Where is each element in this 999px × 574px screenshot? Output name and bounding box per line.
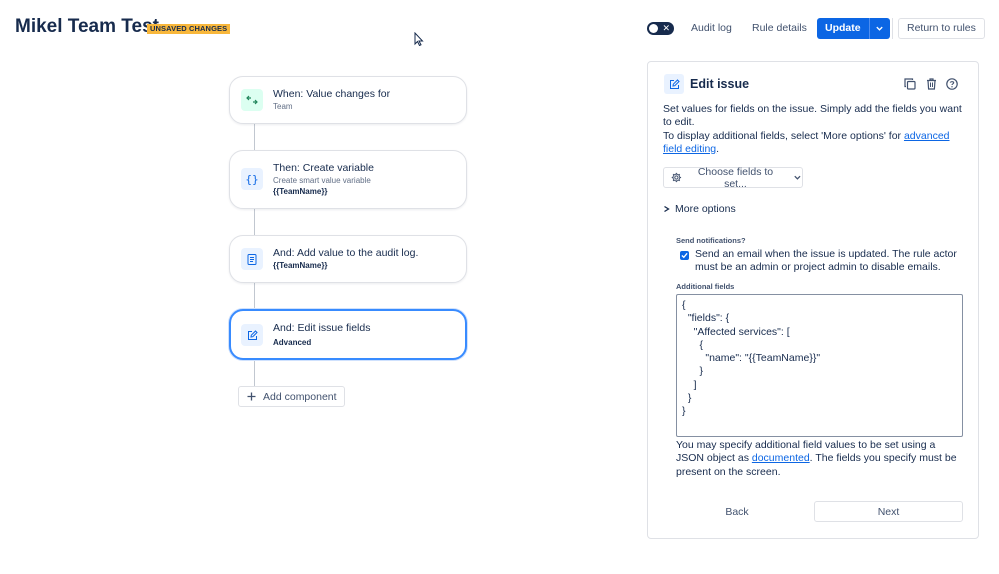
additional-fields-label: Additional fields — [676, 282, 735, 291]
flow-step-audit-log[interactable]: And: Add value to the audit log. {{TeamN… — [229, 235, 467, 283]
flow-step-create-variable[interactable]: {} Then: Create variable Create smart va… — [229, 150, 467, 209]
choose-fields-label: Choose fields to set... — [697, 165, 774, 190]
close-icon: ✕ — [662, 23, 670, 33]
rule-enabled-toggle[interactable]: ✕ — [647, 22, 674, 35]
flow-connector — [254, 123, 255, 151]
description-end: . — [716, 142, 720, 155]
header-divider — [892, 18, 893, 39]
description-text: To display additional fields, select 'Mo… — [663, 129, 904, 142]
additional-fields-help: You may specify additional field values … — [676, 439, 963, 479]
send-notifications-checkbox[interactable] — [680, 251, 689, 260]
braces-icon: {} — [241, 168, 263, 190]
trash-icon[interactable] — [924, 77, 938, 91]
flow-step-detail: Advanced — [273, 338, 312, 347]
flow-step-detail: {{TeamName}} — [273, 187, 328, 196]
update-dropdown-button[interactable] — [868, 18, 890, 39]
more-options-toggle[interactable]: More options — [663, 203, 736, 215]
choose-fields-dropdown[interactable]: Choose fields to set... — [663, 165, 803, 190]
chevron-down-icon — [794, 175, 801, 180]
mouse-cursor-icon — [414, 32, 424, 46]
update-button[interactable]: Update — [817, 18, 869, 39]
rule-details-button[interactable]: Rule details — [746, 18, 813, 39]
chevron-right-icon — [664, 205, 670, 213]
add-component-label: Add component — [263, 390, 337, 403]
description-line-1: Set values for fields on the issue. Simp… — [663, 103, 962, 129]
flow-step-detail: {{TeamName}} — [273, 261, 328, 270]
more-options-label: More options — [675, 203, 736, 215]
send-notifications-text: Send an email when the issue is updated.… — [695, 248, 957, 274]
flow-step-title: And: Add value to the audit log. — [273, 247, 419, 259]
help-icon[interactable] — [945, 77, 959, 91]
edit-icon — [241, 324, 263, 346]
flow-step-edit-issue[interactable]: And: Edit issue fields Advanced — [229, 309, 467, 360]
add-component-button[interactable]: Add component — [238, 386, 345, 407]
flow-trigger-subtitle: Team — [273, 102, 293, 111]
value-change-icon — [241, 89, 263, 111]
next-button[interactable]: Next — [814, 501, 963, 522]
flow-connector — [254, 282, 255, 310]
edit-issue-panel: Edit issue Set values for fields on the … — [647, 61, 979, 539]
check-icon — [681, 252, 688, 259]
flow-connector — [254, 208, 255, 236]
plus-icon — [247, 392, 256, 401]
back-button[interactable]: Back — [676, 501, 798, 522]
panel-description: Set values for fields on the issue. Simp… — [663, 103, 968, 156]
panel-title: Edit issue — [690, 77, 750, 91]
documented-link[interactable]: documented — [752, 452, 810, 464]
flow-step-title: And: Edit issue fields — [273, 322, 371, 334]
flow-connector — [254, 359, 255, 386]
description-line-2: To display additional fields, select 'Mo… — [663, 130, 968, 157]
edit-icon — [664, 74, 684, 94]
flow-trigger-title: When: Value changes for — [273, 88, 391, 100]
return-to-rules-button[interactable]: Return to rules — [898, 18, 985, 39]
audit-log-button[interactable]: Audit log — [685, 18, 738, 39]
send-notifications-label: Send notifications? — [676, 236, 746, 245]
duplicate-icon[interactable] — [903, 77, 917, 91]
flow-trigger-card[interactable]: When: Value changes for Team — [229, 76, 467, 124]
additional-fields-textarea[interactable]: { "fields": { "Affected services": [ { "… — [676, 294, 963, 437]
page-title: Mikel Team Test — [15, 16, 159, 37]
unsaved-changes-badge: UNSAVED CHANGES — [147, 24, 231, 34]
toggle-knob — [649, 24, 658, 33]
flow-step-subtitle: Create smart value variable — [273, 176, 371, 185]
gear-icon — [671, 172, 682, 183]
update-button-group: Update — [817, 18, 890, 39]
chevron-down-icon — [876, 26, 883, 31]
audit-log-icon — [241, 248, 263, 270]
flow-step-title: Then: Create variable — [273, 162, 374, 174]
